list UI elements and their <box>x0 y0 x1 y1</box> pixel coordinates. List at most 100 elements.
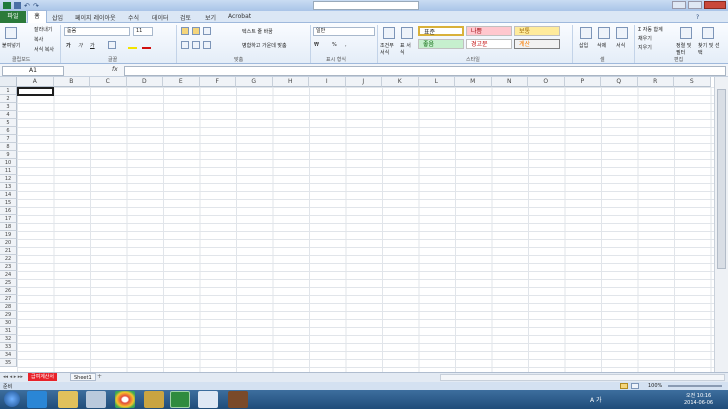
tab-file[interactable]: 파일 <box>0 11 26 23</box>
style-normal[interactable]: 표준 <box>418 26 464 36</box>
add-sheet-icon[interactable]: + <box>97 373 102 380</box>
autosum-button[interactable]: Σ 자동 합계 <box>638 26 663 33</box>
fill-button[interactable]: 채우기 <box>638 35 652 42</box>
page-layout-view-icon[interactable] <box>631 383 639 389</box>
horizontal-scrollbar[interactable] <box>440 374 725 381</box>
table-format-button[interactable]: 표 서식 <box>400 42 414 56</box>
row-header[interactable]: 5 <box>0 119 17 127</box>
tab-acrobat[interactable]: Acrobat <box>228 13 251 20</box>
start-button[interactable] <box>4 391 20 407</box>
italic-icon[interactable]: 가 <box>78 42 83 49</box>
row-header[interactable]: 6 <box>0 127 17 135</box>
align-center-icon[interactable] <box>192 41 200 49</box>
column-header[interactable]: E <box>163 77 200 87</box>
zoom-level[interactable]: 100% <box>648 383 662 389</box>
chrome-icon[interactable] <box>115 391 135 408</box>
sheet-nav-icon[interactable]: ◂◂ ◂ ▸ ▸▸ <box>3 374 23 380</box>
find-select-icon[interactable] <box>702 27 714 39</box>
minimize-button[interactable] <box>672 1 686 9</box>
format-cells-icon[interactable] <box>616 27 628 39</box>
column-header[interactable]: I <box>309 77 346 87</box>
style-neutral[interactable]: 보통 <box>514 26 560 36</box>
row-header[interactable]: 13 <box>0 183 17 191</box>
column-header[interactable]: D <box>126 77 163 87</box>
column-header[interactable]: Q <box>601 77 638 87</box>
select-all-corner[interactable] <box>0 77 17 87</box>
zoom-slider[interactable] <box>668 385 722 387</box>
align-top-icon[interactable] <box>181 27 189 35</box>
conditional-format-button[interactable]: 조건부 서식 <box>380 42 398 56</box>
format-painter-button[interactable]: 서식 복사 <box>34 46 54 53</box>
column-header[interactable]: B <box>53 77 90 87</box>
delete-cells-icon[interactable] <box>598 27 610 39</box>
row-header[interactable]: 3 <box>0 103 17 111</box>
bold-icon[interactable]: 가 <box>66 42 71 49</box>
column-header[interactable]: S <box>674 77 711 87</box>
merge-center-button[interactable]: 병합하고 가운데 맞춤 <box>242 42 287 49</box>
tab-insert[interactable]: 삽입 <box>52 13 63 22</box>
font-name-select[interactable]: 돋움 <box>64 27 130 36</box>
cut-button[interactable]: 잘라내기 <box>34 26 52 33</box>
tab-page-layout[interactable]: 페이지 레이아웃 <box>75 13 116 22</box>
formula-input[interactable] <box>124 66 726 76</box>
row-header[interactable]: 23 <box>0 263 17 271</box>
normal-view-icon[interactable] <box>620 383 628 389</box>
app2-icon[interactable] <box>144 391 164 408</box>
explorer-icon[interactable] <box>58 391 78 408</box>
wrap-text-button[interactable]: 텍스트 줄 바꿈 <box>242 28 273 35</box>
insert-cells-icon[interactable] <box>580 27 592 39</box>
row-header[interactable]: 11 <box>0 167 17 175</box>
row-header[interactable]: 33 <box>0 343 17 351</box>
paste-button[interactable]: 붙여넣기 <box>2 42 20 49</box>
tab-view[interactable]: 보기 <box>205 13 216 22</box>
number-format-select[interactable]: 일반 <box>313 27 375 36</box>
row-header[interactable]: 34 <box>0 351 17 359</box>
fx-icon[interactable]: fx <box>112 66 118 73</box>
column-header[interactable]: P <box>564 77 601 87</box>
row-header[interactable]: 28 <box>0 303 17 311</box>
row-header[interactable]: 10 <box>0 159 17 167</box>
table-format-icon[interactable] <box>401 27 413 39</box>
help-icon[interactable]: ? <box>696 14 699 21</box>
tab-data[interactable]: 데이터 <box>152 13 169 22</box>
row-header[interactable]: 2 <box>0 95 17 103</box>
delete-cells-button[interactable]: 삭제 <box>597 42 606 49</box>
font-size-select[interactable]: 11 <box>133 27 153 36</box>
app-icon[interactable] <box>86 391 106 408</box>
column-header[interactable]: K <box>382 77 419 87</box>
row-header[interactable]: 8 <box>0 143 17 151</box>
style-calc[interactable]: 계산 <box>514 39 560 49</box>
tab-review[interactable]: 검토 <box>180 13 191 22</box>
sheet-tab-sheet1[interactable]: Sheet1 <box>70 373 96 381</box>
style-bad[interactable]: 나쁨 <box>466 26 512 36</box>
clear-button[interactable]: 지우기 <box>638 44 652 51</box>
row-header[interactable]: 25 <box>0 279 17 287</box>
column-header[interactable]: M <box>455 77 492 87</box>
clock-time[interactable]: 오전 10:16 <box>686 392 711 399</box>
tab-formulas[interactable]: 수식 <box>128 13 139 22</box>
column-header[interactable]: R <box>637 77 674 87</box>
row-header[interactable]: 7 <box>0 135 17 143</box>
row-header[interactable]: 19 <box>0 231 17 239</box>
sheet-tab-active[interactable]: 급여계산서 <box>28 373 58 381</box>
row-header[interactable]: 32 <box>0 335 17 343</box>
vertical-scrollbar[interactable] <box>714 77 728 372</box>
fill-color-icon[interactable] <box>128 41 137 49</box>
comma-icon[interactable]: , <box>345 42 347 48</box>
row-header[interactable]: 31 <box>0 327 17 335</box>
format-cells-button[interactable]: 서식 <box>616 42 625 49</box>
column-header[interactable]: O <box>528 77 565 87</box>
column-header[interactable]: J <box>345 77 382 87</box>
style-warning[interactable]: 경고문 <box>466 39 512 49</box>
insert-cells-button[interactable]: 삽입 <box>579 42 588 49</box>
column-header[interactable]: A <box>17 77 54 87</box>
column-header[interactable]: F <box>199 77 236 87</box>
copy-button[interactable]: 복사 <box>34 36 43 43</box>
row-header[interactable]: 18 <box>0 223 17 231</box>
column-header[interactable]: L <box>418 77 455 87</box>
close-button[interactable] <box>704 1 726 9</box>
cell-area[interactable] <box>17 87 714 372</box>
column-header[interactable]: G <box>236 77 273 87</box>
row-header[interactable]: 24 <box>0 271 17 279</box>
align-middle-icon[interactable] <box>192 27 200 35</box>
